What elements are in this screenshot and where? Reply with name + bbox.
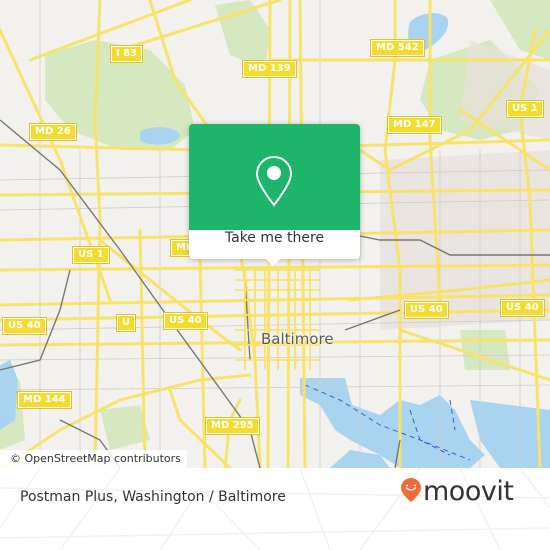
route-shield-us40-east: US 40	[404, 301, 449, 319]
moovit-pin-icon	[400, 477, 422, 507]
route-shield-us40-partial: U	[115, 314, 137, 332]
city-label-baltimore: Baltimore	[261, 330, 334, 348]
route-shield-md147: MD 147	[387, 116, 442, 134]
route-shield-md139: MD 139	[242, 60, 297, 78]
moovit-wordmark: moovit	[423, 476, 514, 507]
route-shield-md26: MD 26	[29, 123, 77, 141]
moovit-logo[interactable]: moovit	[400, 476, 514, 507]
take-me-there-button[interactable]: Take me there	[189, 230, 360, 259]
route-shield-i83: I 83	[109, 45, 144, 63]
destination-popup: Take me there	[189, 124, 360, 266]
location-pin-icon	[255, 155, 293, 211]
popup-pointer	[266, 259, 280, 266]
route-shield-us40-far-west: US 40	[2, 317, 47, 335]
place-title: Postman Plus, Washington / Baltimore	[20, 489, 286, 505]
popup-header	[189, 124, 360, 230]
route-shield-us40-west: US 40	[163, 312, 208, 330]
route-shield-us40-far-east: US 40	[500, 299, 545, 317]
route-shield-us1-east: US 1	[506, 100, 544, 118]
map-attribution[interactable]: © OpenStreetMap contributors	[0, 450, 187, 468]
route-shield-us1-west: US 1	[72, 246, 110, 264]
map-view[interactable]: I 83 MD 139 MD 542 MD 26 MD 147 US 1 US …	[0, 0, 550, 468]
route-shield-md144: MD 144	[17, 391, 72, 409]
footer-bar: Postman Plus, Washington / Baltimore moo…	[0, 468, 550, 550]
route-shield-md542: MD 542	[370, 39, 425, 57]
route-shield-md295: MD 295	[205, 417, 260, 435]
